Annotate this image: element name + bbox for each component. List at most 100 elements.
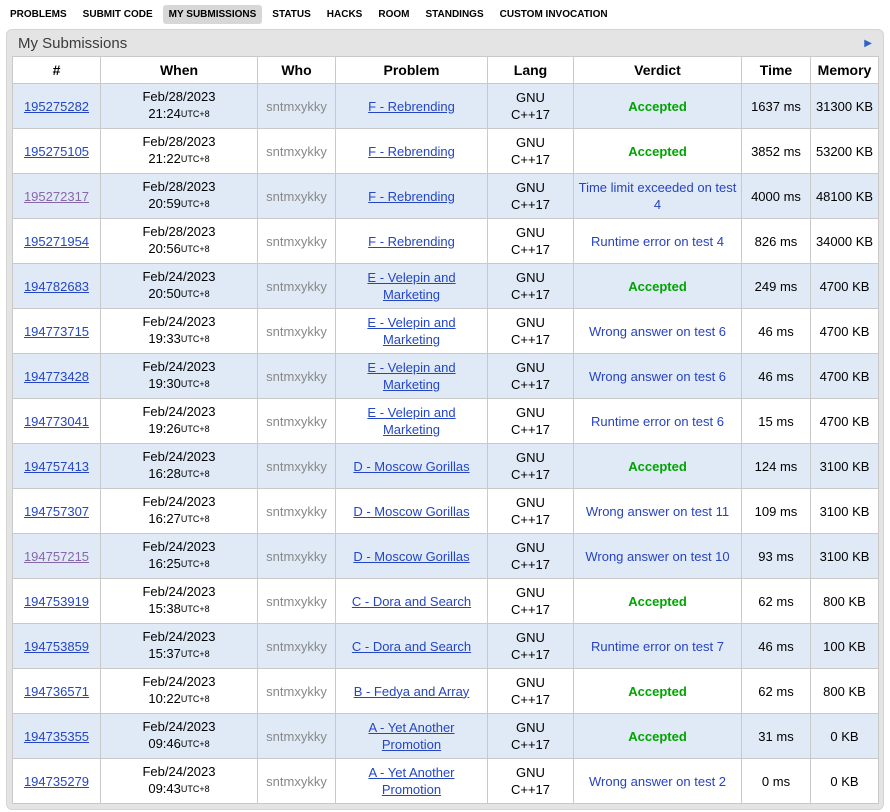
lang-label: GNU C++17: [503, 404, 559, 438]
submission-lang-cell: GNU C++17: [488, 489, 574, 534]
submission-id-link[interactable]: 194735355: [24, 729, 89, 744]
author-handle[interactable]: sntmxykky: [266, 279, 327, 294]
problem-link[interactable]: F - Rebrending: [368, 99, 455, 114]
submission-memory-cell: 3100 KB: [811, 534, 879, 579]
submission-lang-cell: GNU C++17: [488, 399, 574, 444]
submission-id-link[interactable]: 194773715: [24, 324, 89, 339]
submission-when-cell: Feb/24/202320:50UTC+8: [101, 264, 258, 309]
submission-memory-cell: 0 KB: [811, 759, 879, 804]
problem-link[interactable]: E - Velepin and Marketing: [367, 315, 455, 347]
submission-time: 20:59: [148, 196, 181, 211]
submission-id-cell: 194735355: [13, 714, 101, 759]
submission-author-cell: sntmxykky: [258, 129, 336, 174]
submission-verdict-cell: Runtime error on test 6: [574, 399, 742, 444]
submission-when-cell: Feb/24/202309:43UTC+8: [101, 759, 258, 804]
submission-lang-cell: GNU C++17: [488, 174, 574, 219]
submission-id-cell: 194757215: [13, 534, 101, 579]
nav-item-custom-invocation[interactable]: CUSTOM INVOCATION: [494, 5, 614, 24]
problem-link[interactable]: D - Moscow Gorillas: [353, 459, 469, 474]
submission-verdict-cell: Runtime error on test 7: [574, 624, 742, 669]
submission-id-link[interactable]: 194753919: [24, 594, 89, 609]
author-handle[interactable]: sntmxykky: [266, 774, 327, 789]
problem-link[interactable]: F - Rebrending: [368, 144, 455, 159]
collapse-arrow-icon[interactable]: ▶: [862, 37, 874, 51]
author-handle[interactable]: sntmxykky: [266, 549, 327, 564]
submission-date: Feb/24/2023: [105, 313, 253, 330]
submission-id-link[interactable]: 194782683: [24, 279, 89, 294]
timezone-label: UTC+8: [181, 199, 210, 209]
author-handle[interactable]: sntmxykky: [266, 639, 327, 654]
submission-id-link[interactable]: 194753859: [24, 639, 89, 654]
submission-id-link[interactable]: 194736571: [24, 684, 89, 699]
problem-link[interactable]: A - Yet Another Promotion: [368, 720, 454, 752]
problem-link[interactable]: F - Rebrending: [368, 234, 455, 249]
submission-id-link[interactable]: 195271954: [24, 234, 89, 249]
submission-id-link[interactable]: 194773428: [24, 369, 89, 384]
nav-item-my-submissions[interactable]: MY SUBMISSIONS: [163, 5, 263, 24]
problem-link[interactable]: C - Dora and Search: [352, 639, 471, 654]
problem-link[interactable]: E - Velepin and Marketing: [367, 405, 455, 437]
submission-row: 195272317 Feb/28/202320:59UTC+8 sntmxykk…: [13, 174, 879, 219]
submission-row: 194773715 Feb/24/202319:33UTC+8 sntmxykk…: [13, 309, 879, 354]
problem-link[interactable]: E - Velepin and Marketing: [367, 360, 455, 392]
nav-item-hacks[interactable]: HACKS: [321, 5, 369, 24]
column-header: Verdict: [574, 57, 742, 84]
submission-exec-time-cell: 46 ms: [742, 624, 811, 669]
contest-nav: PROBLEMSSUBMIT CODEMY SUBMISSIONSSTATUSH…: [0, 0, 890, 28]
author-handle[interactable]: sntmxykky: [266, 594, 327, 609]
submission-id-cell: 194753919: [13, 579, 101, 624]
nav-item-room[interactable]: ROOM: [372, 5, 415, 24]
submission-id-link[interactable]: 195275282: [24, 99, 89, 114]
submission-id-cell: 194753859: [13, 624, 101, 669]
submission-exec-time-cell: 31 ms: [742, 714, 811, 759]
nav-item-submit-code[interactable]: SUBMIT CODE: [77, 5, 159, 24]
problem-link[interactable]: F - Rebrending: [368, 189, 455, 204]
author-handle[interactable]: sntmxykky: [266, 414, 327, 429]
submission-time: 10:22: [148, 691, 181, 706]
nav-item-status[interactable]: STATUS: [266, 5, 317, 24]
submission-author-cell: sntmxykky: [258, 489, 336, 534]
timezone-label: UTC+8: [181, 379, 210, 389]
submission-time: 20:50: [148, 286, 181, 301]
author-handle[interactable]: sntmxykky: [266, 144, 327, 159]
submission-id-cell: 194757413: [13, 444, 101, 489]
submissions-table: #WhenWhoProblemLangVerdictTimeMemory 195…: [12, 56, 879, 804]
submission-author-cell: sntmxykky: [258, 399, 336, 444]
author-handle[interactable]: sntmxykky: [266, 729, 327, 744]
submission-author-cell: sntmxykky: [258, 579, 336, 624]
author-handle[interactable]: sntmxykky: [266, 99, 327, 114]
author-handle[interactable]: sntmxykky: [266, 459, 327, 474]
problem-link[interactable]: E - Velepin and Marketing: [367, 270, 455, 302]
author-handle[interactable]: sntmxykky: [266, 684, 327, 699]
submission-memory-cell: 31300 KB: [811, 84, 879, 129]
author-handle[interactable]: sntmxykky: [266, 234, 327, 249]
submission-id-link[interactable]: 195275105: [24, 144, 89, 159]
submission-problem-cell: F - Rebrending: [336, 174, 488, 219]
submission-date: Feb/24/2023: [105, 448, 253, 465]
author-handle[interactable]: sntmxykky: [266, 324, 327, 339]
problem-link[interactable]: B - Fedya and Array: [354, 684, 470, 699]
submission-id-link[interactable]: 194773041: [24, 414, 89, 429]
problem-link[interactable]: C - Dora and Search: [352, 594, 471, 609]
author-handle[interactable]: sntmxykky: [266, 189, 327, 204]
submission-author-cell: sntmxykky: [258, 624, 336, 669]
submission-author-cell: sntmxykky: [258, 354, 336, 399]
problem-link[interactable]: D - Moscow Gorillas: [353, 504, 469, 519]
nav-item-problems[interactable]: PROBLEMS: [4, 5, 73, 24]
problem-link[interactable]: A - Yet Another Promotion: [368, 765, 454, 797]
submission-id-link[interactable]: 194757307: [24, 504, 89, 519]
author-handle[interactable]: sntmxykky: [266, 504, 327, 519]
submission-id-cell: 194773428: [13, 354, 101, 399]
submission-id-link[interactable]: 194757413: [24, 459, 89, 474]
timezone-label: UTC+8: [181, 559, 210, 569]
submission-id-link[interactable]: 194757215: [24, 549, 89, 564]
submission-author-cell: sntmxykky: [258, 444, 336, 489]
submission-id-link[interactable]: 195272317: [24, 189, 89, 204]
submission-id-link[interactable]: 194735279: [24, 774, 89, 789]
column-header: When: [101, 57, 258, 84]
submission-verdict-cell: Accepted: [574, 444, 742, 489]
submission-when-cell: Feb/24/202315:37UTC+8: [101, 624, 258, 669]
problem-link[interactable]: D - Moscow Gorillas: [353, 549, 469, 564]
nav-item-standings[interactable]: STANDINGS: [419, 5, 489, 24]
author-handle[interactable]: sntmxykky: [266, 369, 327, 384]
